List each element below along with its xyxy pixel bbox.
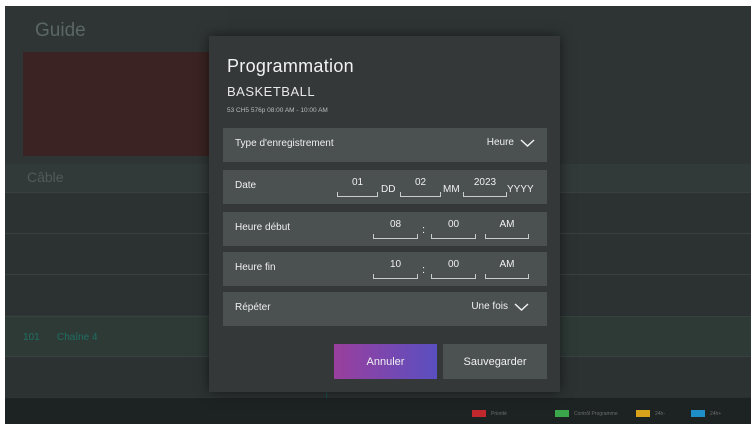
program-info: 53 CH5 576p 08:00 AM - 10:00 AM — [227, 107, 328, 114]
day-unit: DD — [381, 184, 396, 195]
guide-category: Câble — [27, 169, 64, 185]
start-ampm-field[interactable]: AM — [485, 219, 529, 239]
legend-item: 24h+ — [691, 410, 721, 417]
record-type-row[interactable]: Type d'enregistrement Heure — [223, 128, 547, 162]
green-key-icon — [555, 410, 569, 417]
start-hour-field[interactable]: 08 — [373, 219, 418, 239]
repeat-label: Répéter — [235, 302, 271, 313]
record-type-value: Heure — [486, 137, 514, 148]
field-underline — [485, 274, 529, 279]
field-underline — [431, 234, 476, 239]
recording-dialog: Programmation BASKETBALL 53 CH5 576p 08:… — [209, 36, 560, 392]
start-time-label: Heure début — [235, 222, 291, 233]
end-minute-field[interactable]: 00 — [431, 259, 476, 279]
record-type-select[interactable]: Heure — [487, 137, 535, 148]
year-field[interactable]: 2023 — [463, 177, 507, 197]
tv-screen: Guide Câble 101 Chaîne 4 Priorité Contrô… — [5, 6, 751, 424]
end-hour-field[interactable]: 10 — [373, 259, 418, 279]
legend-label: Contrôl Programme — [574, 410, 618, 417]
month-value: 02 — [414, 177, 427, 188]
day-value: 01 — [351, 177, 364, 188]
date-label: Date — [235, 180, 257, 191]
time-separator: : — [422, 224, 426, 236]
legend-item: Contrôl Programme — [555, 410, 618, 417]
dialog-title: Programmation — [227, 56, 354, 76]
end-time-label: Heure fin — [235, 262, 276, 273]
yellow-key-icon — [636, 410, 650, 417]
cancel-button[interactable]: Annuler — [334, 344, 437, 379]
end-ampm-field[interactable]: AM — [485, 259, 529, 279]
record-type-label: Type d'enregistrement — [235, 138, 334, 149]
legend-label: 24h+ — [710, 410, 722, 417]
time-separator: : — [422, 264, 426, 276]
blue-key-icon — [691, 410, 705, 417]
start-hour-value: 08 — [389, 219, 402, 230]
start-minute-field[interactable]: 00 — [431, 219, 476, 239]
red-key-icon — [472, 410, 486, 417]
legend-item: 24h- — [636, 410, 665, 417]
year-unit: YYYY — [507, 184, 534, 195]
month-field[interactable]: 02 — [400, 177, 441, 197]
end-minute-value: 00 — [447, 259, 460, 270]
start-time-row[interactable]: Heure début 08 : 00 AM — [223, 212, 547, 246]
field-underline — [485, 234, 529, 239]
start-minute-value: 00 — [447, 219, 460, 230]
chevron-down-icon — [514, 302, 529, 311]
video-preview — [23, 52, 227, 156]
channel-name: Chaîne 4 — [57, 332, 98, 343]
save-button[interactable]: Sauvegarder — [443, 344, 547, 379]
date-row[interactable]: Date 01 DD 02 MM 2023 YYYY — [223, 170, 547, 204]
field-underline — [337, 192, 378, 197]
month-unit: MM — [443, 184, 460, 195]
field-underline — [400, 192, 441, 197]
guide-title: Guide — [35, 20, 86, 41]
channel-number: 101 — [23, 332, 40, 343]
year-value: 2023 — [473, 177, 497, 188]
end-time-row[interactable]: Heure fin 10 : 00 AM — [223, 252, 547, 286]
legend-label: Priorité — [491, 410, 507, 417]
field-underline — [373, 234, 418, 239]
chevron-down-icon — [520, 138, 535, 147]
repeat-value: Une fois — [471, 301, 508, 312]
field-underline — [373, 274, 418, 279]
start-ampm-value: AM — [499, 219, 515, 230]
field-underline — [431, 274, 476, 279]
legend-item: Priorité — [472, 410, 507, 417]
end-hour-value: 10 — [389, 259, 402, 270]
repeat-select[interactable]: Une fois — [471, 301, 529, 312]
legend-label: 24h- — [655, 410, 666, 417]
field-underline — [463, 192, 507, 197]
end-ampm-value: AM — [499, 259, 515, 270]
program-title: BASKETBALL — [227, 84, 316, 99]
repeat-row[interactable]: Répéter Une fois — [223, 292, 547, 326]
day-field[interactable]: 01 — [337, 177, 378, 197]
